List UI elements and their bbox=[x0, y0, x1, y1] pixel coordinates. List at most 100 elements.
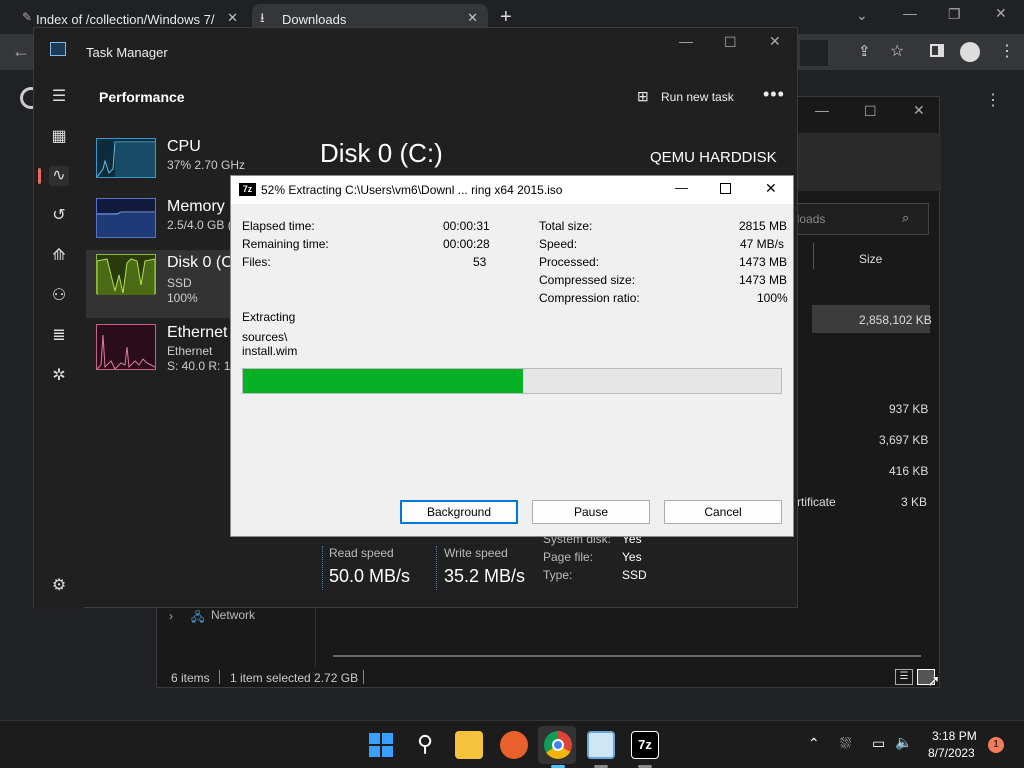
page-menu-icon[interactable]: ⋮ bbox=[985, 90, 1001, 110]
status-text: Extracting bbox=[242, 310, 296, 324]
side-panel-icon[interactable] bbox=[930, 44, 944, 57]
processes-icon[interactable]: ▦ bbox=[49, 127, 69, 147]
close-window-icon[interactable]: ✕ bbox=[995, 5, 1007, 22]
maximize-icon[interactable]: ☐ bbox=[724, 34, 737, 51]
minimize-icon[interactable]: — bbox=[903, 5, 917, 21]
current-file: install.wim bbox=[242, 344, 298, 358]
nav-network[interactable]: Network bbox=[211, 608, 255, 622]
write-speed-value: 35.2 MB/s bbox=[444, 566, 526, 586]
stat-value: 47 MB/s bbox=[740, 237, 785, 251]
settings-gear-icon[interactable]: ⚙ bbox=[49, 576, 69, 596]
chrome-icon[interactable] bbox=[544, 731, 572, 759]
network-disconnected-icon[interactable]: ⛆ bbox=[840, 735, 851, 752]
prop-key: Type: bbox=[543, 568, 573, 582]
search-input[interactable]: nloads ⌕ bbox=[787, 203, 929, 235]
run-new-task-button[interactable]: Run new task bbox=[661, 90, 734, 104]
memory-graph bbox=[96, 198, 156, 238]
write-speed-label: Write speed bbox=[444, 546, 508, 560]
file-explorer-icon[interactable] bbox=[455, 731, 483, 759]
stat-value: 00:00:31 bbox=[443, 219, 490, 233]
write-speed-marker bbox=[436, 546, 437, 590]
notification-badge[interactable]: 1 bbox=[988, 737, 1004, 753]
stat-value: 100% bbox=[757, 291, 788, 305]
horizontal-scrollbar[interactable] bbox=[333, 655, 921, 657]
read-speed-marker bbox=[322, 546, 323, 590]
stat-label: Total size: bbox=[539, 219, 593, 233]
display-icon[interactable]: ▭ bbox=[872, 735, 885, 752]
stat-label: Elapsed time: bbox=[242, 219, 315, 233]
minimize-icon[interactable]: — bbox=[815, 102, 829, 118]
close-icon[interactable]: ✕ bbox=[227, 10, 238, 26]
restore-icon[interactable]: ☐ bbox=[864, 103, 877, 120]
chevron-down-icon[interactable]: ⌄ bbox=[856, 7, 868, 24]
search-icon[interactable]: ⚲ bbox=[411, 731, 439, 759]
tab-title: Downloads bbox=[282, 11, 347, 27]
disk-heading: Disk 0 (C:) bbox=[320, 138, 443, 168]
task-manager-logo-icon bbox=[50, 42, 66, 56]
run-task-icon[interactable]: ⊞ bbox=[637, 88, 649, 105]
stat-label: Processed: bbox=[539, 255, 600, 269]
close-icon[interactable]: ✕ bbox=[769, 33, 781, 50]
chevron-up-icon[interactable]: ⌃ bbox=[808, 735, 820, 752]
window-title: Task Manager bbox=[86, 45, 168, 60]
tab-favicon-icon: ✎ bbox=[22, 10, 33, 24]
close-icon[interactable]: ✕ bbox=[467, 10, 478, 26]
hamburger-icon[interactable]: ☰ bbox=[49, 87, 69, 107]
progress-bar bbox=[242, 368, 782, 394]
omnibox-end[interactable] bbox=[800, 40, 828, 66]
stat-value: 53 bbox=[473, 255, 487, 269]
ethernet-graph bbox=[96, 324, 156, 370]
task-manager-icon[interactable] bbox=[587, 731, 615, 759]
clock-time[interactable]: 3:18 PM bbox=[932, 729, 977, 743]
clock-date[interactable]: 8/7/2023 bbox=[928, 746, 975, 760]
close-icon[interactable]: ✕ bbox=[913, 102, 925, 119]
close-icon[interactable]: ✕ bbox=[765, 180, 777, 197]
network-icon: 🖧 bbox=[191, 610, 205, 624]
start-windows-icon[interactable] bbox=[367, 731, 395, 759]
perf-label: Memory bbox=[167, 198, 225, 215]
app-history-icon[interactable]: ↺ bbox=[49, 206, 69, 226]
current-path: sources\ bbox=[242, 330, 288, 344]
profile-avatar-icon[interactable] bbox=[960, 42, 980, 62]
more-options-icon[interactable]: ••• bbox=[763, 84, 785, 105]
details-icon[interactable]: ≣ bbox=[49, 326, 69, 346]
stat-label: Files: bbox=[242, 255, 271, 269]
share-icon[interactable]: ⇪ bbox=[858, 42, 871, 60]
7zip-icon[interactable]: 7z bbox=[631, 731, 659, 759]
perf-sub: Ethernet bbox=[167, 344, 213, 358]
status-divider bbox=[219, 670, 220, 684]
column-size[interactable]: Size bbox=[859, 252, 882, 266]
prop-value: Yes bbox=[622, 550, 642, 564]
taskbar: ⚲ 7z ⌃ ⛆ ▭ 🔈 3:18 PM 8/7/2023 1 bbox=[0, 720, 1024, 768]
tab-title: Index of /collection/Windows 7/ bbox=[36, 11, 215, 27]
search-icon: ⌕ bbox=[902, 210, 910, 225]
maximize-icon[interactable] bbox=[720, 183, 731, 194]
details-view-icon[interactable]: ☰ bbox=[895, 669, 913, 685]
perf-sub: 2.5/4.0 GB (6 bbox=[167, 218, 239, 232]
volume-icon[interactable]: 🔈 bbox=[895, 734, 912, 751]
file-size: 3,697 KB bbox=[879, 433, 929, 447]
menu-kebab-icon[interactable]: ⋮ bbox=[999, 41, 1015, 61]
firefox-icon[interactable] bbox=[500, 731, 528, 759]
minimize-icon[interactable]: — bbox=[679, 33, 693, 49]
back-arrow-icon[interactable]: ← bbox=[12, 41, 30, 62]
pause-button[interactable]: Pause bbox=[532, 500, 650, 524]
minimize-icon[interactable]: — bbox=[675, 180, 688, 195]
users-icon[interactable]: ⚇ bbox=[49, 286, 69, 306]
file-size: 3 KB bbox=[901, 495, 928, 509]
background-button[interactable]: Background bbox=[400, 500, 518, 524]
cancel-button[interactable]: Cancel bbox=[664, 500, 782, 524]
star-icon[interactable]: ☆ bbox=[890, 41, 904, 61]
perf-sub: 37% 2.70 GHz bbox=[167, 158, 246, 172]
perf-label: Ethernet bbox=[167, 324, 228, 341]
startup-icon[interactable]: ⟰ bbox=[49, 246, 69, 266]
restore-icon[interactable]: ❐ bbox=[948, 6, 961, 23]
dialog-title: 52% Extracting C:\Users\vm6\Downl ... ri… bbox=[261, 183, 563, 197]
services-icon[interactable]: ✲ bbox=[49, 366, 69, 386]
stat-label: Compression ratio: bbox=[539, 291, 640, 305]
performance-icon[interactable]: ∿ bbox=[49, 166, 69, 186]
chevron-right-icon[interactable]: › bbox=[169, 609, 173, 623]
new-tab-button[interactable]: + bbox=[500, 6, 512, 29]
status-items: 6 items bbox=[171, 671, 210, 685]
progress-fill bbox=[243, 369, 523, 393]
